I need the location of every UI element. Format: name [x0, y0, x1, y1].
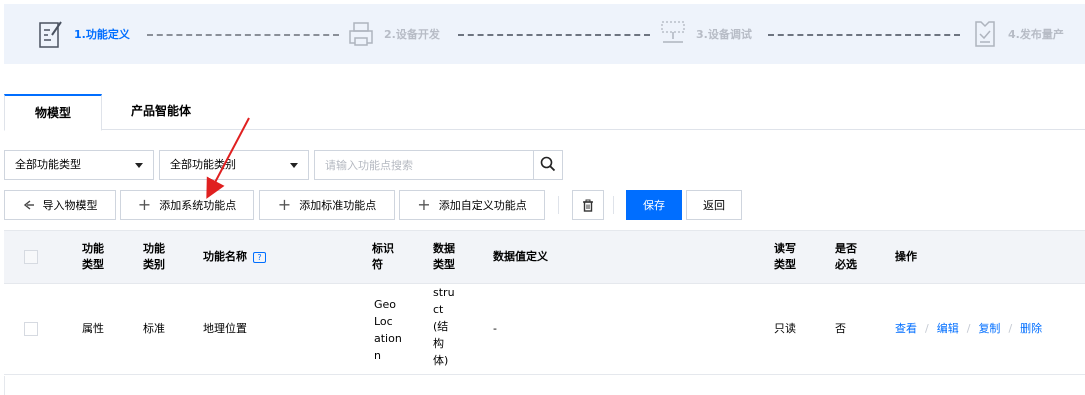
- cell-data-type: stru ct (结 构 体): [433, 286, 455, 367]
- cell-actions: 查看 / 编辑 / 复制 / 删除: [895, 321, 1042, 337]
- header-read-write-type: 读写 类型: [774, 242, 796, 271]
- plus-icon: +: [137, 195, 152, 214]
- step-release[interactable]: 4.发布量产: [970, 4, 1064, 64]
- add-custom-function-button[interactable]: + 添加自定义功能点: [399, 190, 545, 220]
- search-icon: [540, 156, 556, 175]
- select-value: 全部功能类别: [170, 158, 236, 171]
- document-edit-icon: [36, 19, 66, 49]
- progress-stepper: 1.功能定义 2.设备开发 3.设备调试 4.发布量产: [4, 4, 1085, 64]
- step-label: 1.功能定义: [74, 28, 130, 41]
- step-label: 3.设备调试: [696, 28, 752, 41]
- tab-thing-model[interactable]: 物模型: [4, 94, 102, 131]
- debug-frame-icon: [658, 19, 688, 49]
- delete-link[interactable]: 删除: [1020, 322, 1042, 335]
- add-system-function-button[interactable]: + 添加系统功能点: [120, 190, 254, 220]
- cell-identifier: Geo Loc ation n: [374, 298, 402, 362]
- button-label: 添加标准功能点: [299, 199, 377, 212]
- search-input[interactable]: [314, 150, 534, 180]
- button-label: 导入物模型: [42, 199, 98, 212]
- step-device-debugging[interactable]: 3.设备调试: [658, 4, 752, 64]
- select-value: 全部功能类型: [15, 158, 81, 171]
- header-identifier: 标识 符: [372, 242, 394, 271]
- save-button[interactable]: 保存: [626, 190, 682, 220]
- import-model-button[interactable]: 导入物模型: [4, 190, 116, 220]
- back-button[interactable]: 返回: [686, 190, 742, 220]
- function-category-select[interactable]: 全部功能类别: [159, 150, 309, 180]
- step-function-definition[interactable]: 1.功能定义: [36, 4, 130, 64]
- header-actions: 操作: [895, 250, 917, 263]
- header-data-type: 数据 类型: [433, 242, 455, 271]
- cell-required: 否: [835, 322, 846, 335]
- button-label: 添加自定义功能点: [438, 199, 527, 212]
- copy-link[interactable]: 复制: [978, 322, 1000, 335]
- function-type-select[interactable]: 全部功能类型: [4, 150, 154, 180]
- step-label: 4.发布量产: [1008, 28, 1064, 41]
- action-separator: /: [1008, 322, 1013, 335]
- step-label: 2.设备开发: [384, 28, 440, 41]
- view-link[interactable]: 查看: [895, 322, 917, 335]
- delete-button[interactable]: [572, 190, 604, 220]
- tab-product-agent[interactable]: 产品智能体: [116, 94, 206, 130]
- action-separator: /: [925, 322, 929, 335]
- header-function-type: 功能 类型: [82, 242, 104, 271]
- action-separator: /: [966, 322, 971, 335]
- header-function-name: 功能名称?: [203, 249, 266, 265]
- help-icon[interactable]: ?: [253, 251, 266, 263]
- step-device-development[interactable]: 2.设备开发: [346, 4, 440, 64]
- row-checkbox[interactable]: [24, 322, 38, 336]
- plus-icon: +: [277, 195, 292, 214]
- edit-link[interactable]: 编辑: [937, 322, 959, 335]
- header-label: 功能名称: [203, 250, 247, 263]
- device-printer-icon: [346, 19, 376, 49]
- clipboard-check-icon: [970, 19, 1000, 49]
- cell-function-category: 标准: [143, 322, 165, 335]
- step-connector: [458, 34, 650, 36]
- search-button[interactable]: [533, 150, 563, 180]
- plus-icon: +: [417, 195, 431, 214]
- trash-icon: [582, 199, 594, 212]
- cell-function-name: 地理位置: [203, 322, 247, 335]
- tab-bar: 物模型 产品智能体: [4, 94, 1085, 131]
- table-edge: [4, 376, 5, 395]
- step-connector: [768, 34, 960, 36]
- cell-function-type: 属性: [82, 322, 104, 335]
- add-standard-function-button[interactable]: + 添加标准功能点: [259, 190, 395, 220]
- chevron-down-icon: [135, 163, 143, 168]
- toolbar-divider: [558, 196, 559, 214]
- table-header: 功能 类型 功能 类别 功能名称? 标识 符 数据 类型 数据值定义 读写 类型…: [4, 230, 1085, 284]
- header-data-definition: 数据值定义: [493, 250, 548, 263]
- import-icon: [23, 199, 35, 211]
- cell-read-write-type: 只读: [774, 322, 796, 335]
- function-table: 功能 类型 功能 类别 功能名称? 标识 符 数据 类型 数据值定义 读写 类型…: [4, 230, 1085, 375]
- header-required: 是否 必选: [835, 242, 857, 271]
- toolbar-divider: [613, 196, 614, 214]
- chevron-down-icon: [290, 163, 298, 168]
- select-all-checkbox[interactable]: [24, 250, 38, 264]
- table-row: 属性 标准 地理位置 Geo Loc ation n stru ct (结 构 …: [4, 284, 1085, 375]
- step-connector: [147, 34, 339, 36]
- cell-data-definition: -: [493, 322, 497, 335]
- header-function-category: 功能 类别: [143, 242, 165, 271]
- button-label: 添加系统功能点: [159, 199, 237, 212]
